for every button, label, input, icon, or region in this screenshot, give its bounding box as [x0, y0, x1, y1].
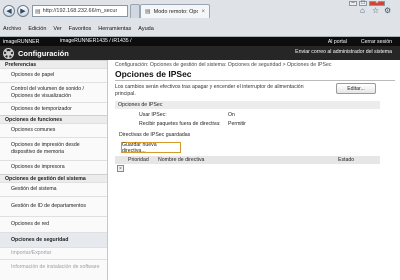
favorites-star-icon[interactable]: ☆ [372, 6, 379, 15]
sidebar-group-system: Opciones de gestión del sistema [0, 174, 107, 182]
title-divider [115, 80, 395, 81]
tab-active[interactable]: ▤ Modo remoto: Opciones de IPSec × [140, 4, 210, 18]
product-links: Al portal Cerrar sesión [328, 37, 392, 46]
sidebar-group-preferences: Preferencias [0, 60, 107, 68]
section-title: Configuración [18, 48, 69, 58]
sidebar-item-import-export[interactable]: Importar/Exportar [0, 247, 107, 259]
menu-edicion[interactable]: Edición [28, 26, 46, 32]
page-icon: ▤ [35, 8, 41, 15]
use-ipsec-label: Usar IPSec: [139, 112, 167, 118]
portal-link[interactable]: Al portal [328, 39, 347, 45]
main-content: Configuración: Opciones de gestión del s… [109, 60, 400, 280]
edit-button[interactable]: Editar... [336, 83, 376, 94]
sidebar-item-memory-print[interactable]: Opciones de impresión desde dispositivo … [0, 137, 107, 160]
sidebar: Preferencias Opciones de papel Control d… [0, 60, 108, 280]
sidebar-group-functions: Opciones de funciones [0, 115, 107, 123]
sidebar-item-system-mgmt[interactable]: Gestión del sistema [0, 182, 107, 196]
sidebar-item-security[interactable]: Opciones de seguridad [0, 232, 107, 247]
menu-herramientas[interactable]: Herramientas [98, 26, 131, 32]
forward-button[interactable]: ▶ [17, 5, 29, 17]
menu-favoritos[interactable]: Favoritos [69, 26, 92, 32]
browser-chrome: ◀ ▶ ▤ http://192.168.232.66/m_secur ▤ Mo… [0, 0, 400, 37]
menu-archivo[interactable]: Archivo [3, 26, 21, 32]
policy-delete-icon[interactable]: × [117, 165, 124, 172]
receive-packets-label: Recibir paquetes fuera de directiva: [139, 121, 221, 127]
breadcrumb: Configuración: Opciones de gestión del s… [115, 62, 332, 68]
restart-note: Los cambios serán efectivos tras apagar … [115, 84, 304, 97]
menu-ayuda[interactable]: Ayuda [138, 26, 154, 32]
close-icon[interactable]: × [201, 9, 205, 15]
sidebar-item-sound-display[interactable]: Control del volumen de sonido / Opciones… [0, 82, 107, 102]
tab-page-icon: ▤ [145, 9, 151, 15]
sidebar-item-software-install[interactable]: Información de instalación de software [0, 259, 107, 275]
model-name: imageRUNNER1435 / iR1435 / [60, 38, 132, 44]
sidebar-item-department-id[interactable]: Gestión de ID de departamentos [0, 196, 107, 216]
menu-ver[interactable]: Ver [53, 26, 61, 32]
back-button[interactable]: ◀ [3, 5, 15, 17]
settings-gear-icon [4, 48, 13, 58]
minimize-button[interactable]: – [349, 0, 357, 6]
tab-title: Modo remoto: Opciones de IPSec [153, 8, 199, 15]
col-policy-name: Nombre de directiva [158, 157, 205, 163]
saved-policies-label: Directivas de IPSec guardadas [119, 132, 191, 138]
browser-toolbar: ◀ ▶ ▤ http://192.168.232.66/m_secur ▤ Mo… [0, 0, 400, 21]
tab-inactive[interactable] [130, 4, 140, 18]
sidebar-item-timer[interactable]: Opciones de temporizador [0, 102, 107, 115]
section-ipsec-options: Opciones de IPSec [115, 101, 380, 109]
use-ipsec-value: On [228, 112, 235, 118]
gear-icon[interactable]: ⚙ [384, 6, 391, 15]
product-name: imageRUNNER [3, 38, 40, 45]
send-mail-link[interactable]: Enviar correo al administrador del siste… [295, 49, 392, 55]
col-status: Estado [338, 157, 355, 163]
sidebar-item-network[interactable]: Opciones de red [0, 216, 107, 232]
sidebar-item-printer[interactable]: Opciones de impresora [0, 160, 107, 174]
col-priority: Prioridad [128, 157, 149, 163]
maximize-button[interactable]: □ [359, 0, 367, 6]
sidebar-item-paper[interactable]: Opciones de papel [0, 68, 107, 82]
menu-bar: Archivo Edición Ver Favoritos Herramient… [0, 21, 400, 37]
window-close-button[interactable]: × [369, 0, 385, 6]
policy-table-header: Prioridad Nombre de directiva Estado [115, 156, 380, 164]
receive-packets-value: Permitir [228, 121, 246, 127]
save-new-policy-button[interactable]: Guardar nueva directiva... [121, 142, 181, 154]
home-icon[interactable]: ⌂ [360, 6, 365, 15]
logout-link[interactable]: Cerrar sesión [361, 39, 392, 45]
sidebar-item-common[interactable]: Opciones comunes [0, 123, 107, 137]
address-text: http://192.168.232.66/m_secur [42, 8, 118, 14]
config-bar: Configuración Enviar correo al administr… [0, 46, 400, 60]
address-bar[interactable]: ▤ http://192.168.232.66/m_secur [32, 5, 128, 17]
page-title: Opciones de IPSec [115, 69, 192, 79]
